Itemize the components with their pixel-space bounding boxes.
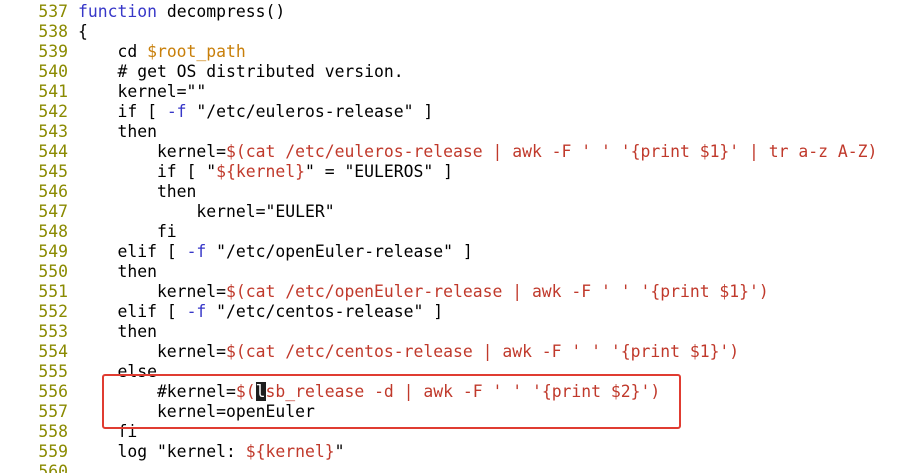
line-number: 557 [38,402,68,421]
code-token: then [78,182,197,201]
code-token: kernel="" [78,82,207,101]
code-token: $(cat /etc/openEuler-release | awk -F ' … [226,282,769,301]
code-line: 542 if [ -f "/etc/euleros-release" ] [0,102,433,122]
line-number: 538 [38,22,68,41]
line-number: 559 [38,442,68,461]
code-token: kernel="EULER" [78,202,335,221]
code-line: 553 then [0,322,157,342]
code-editor[interactable]: 537 function decompress() 538 { 539 cd $ro… [0,0,923,473]
line-number: 539 [38,42,68,61]
code-line: 541 kernel="" [0,82,206,102]
code-token: kernel= [78,282,227,301]
line-number: 540 [38,62,68,81]
line-number: 552 [38,302,68,321]
code-token: then [78,322,157,341]
code-line: 548 fi [0,222,177,242]
code-token: $(cat /etc/euleros-release | awk -F ' ' … [226,142,878,161]
code-line: 559 log "kernel: ${kernel}" [0,442,344,462]
code-token: ${kernel} [245,442,335,461]
code-line: 547 kernel="EULER" [0,202,335,222]
code-token: then [78,122,157,141]
code-line: 544 kernel=$(cat /etc/euleros-release | … [0,142,877,162]
code-token: cd [78,42,148,61]
line-number: 553 [38,322,68,341]
line-number: 546 [38,182,68,201]
line-number: 537 [38,2,68,21]
code-line: 549 elif [ -f "/etc/openEuler-release" ] [0,242,473,262]
code-token: elif [ [78,242,187,261]
code-token: kernel= [78,342,227,361]
code-line: 554 kernel=$(cat /etc/centos-release | a… [0,342,739,362]
code-token: " [334,442,345,461]
code-token: " = "EULEROS" ] [304,162,453,181]
code-token: { [78,22,88,41]
code-token: if [ [78,102,167,121]
code-token: fi [78,222,177,241]
line-number: 555 [38,362,68,381]
code-token: -f [186,302,207,321]
line-number: 558 [38,422,68,441]
line-number: 560 [38,462,68,473]
code-line: 538 { [0,22,88,42]
code-line: 560 [0,462,78,473]
line-number: 549 [38,242,68,261]
line-number: 541 [38,82,68,101]
code-token: if [ " [78,162,217,181]
code-token: decompress() [156,2,286,21]
line-number: 545 [38,162,68,181]
code-token: function [78,2,157,21]
code-line: 552 elif [ -f "/etc/centos-release" ] [0,302,443,322]
code-token: "/etc/openEuler-release" ] [206,242,473,261]
line-number: 548 [38,222,68,241]
code-token: elif [ [78,302,187,321]
line-number: 543 [38,122,68,141]
code-line: 551 kernel=$(cat /etc/openEuler-release … [0,282,769,302]
code-token: log "kernel: [78,442,246,461]
line-number: 544 [38,142,68,161]
line-number: 554 [38,342,68,361]
code-line: 539 cd $root_path [0,42,246,62]
code-line: 543 then [0,122,157,142]
code-line: 540 # get OS distributed version. [0,62,404,82]
line-number: 551 [38,282,68,301]
code-comment: # get OS distributed version. [78,62,404,81]
code-line: 546 then [0,182,196,202]
highlight-annotation-box [102,374,681,429]
line-number: 547 [38,202,68,221]
line-number: 542 [38,102,68,121]
code-token: "/etc/euleros-release" ] [186,102,434,121]
code-token: then [78,262,157,281]
code-token: $(cat /etc/centos-release | awk -F ' ' '… [226,342,740,361]
line-number: 556 [38,382,68,401]
code-token: $root_path [147,42,246,61]
code-token: -f [166,102,187,121]
code-token: "/etc/centos-release" ] [206,302,444,321]
code-line: 537 function decompress() [0,2,285,22]
code-token: ${kernel} [216,162,305,181]
code-token: -f [186,242,207,261]
code-line: 545 if [ "${kernel}" = "EULEROS" ] [0,162,453,182]
code-token: kernel= [78,142,227,161]
code-line: 550 then [0,262,157,282]
line-number: 550 [38,262,68,281]
